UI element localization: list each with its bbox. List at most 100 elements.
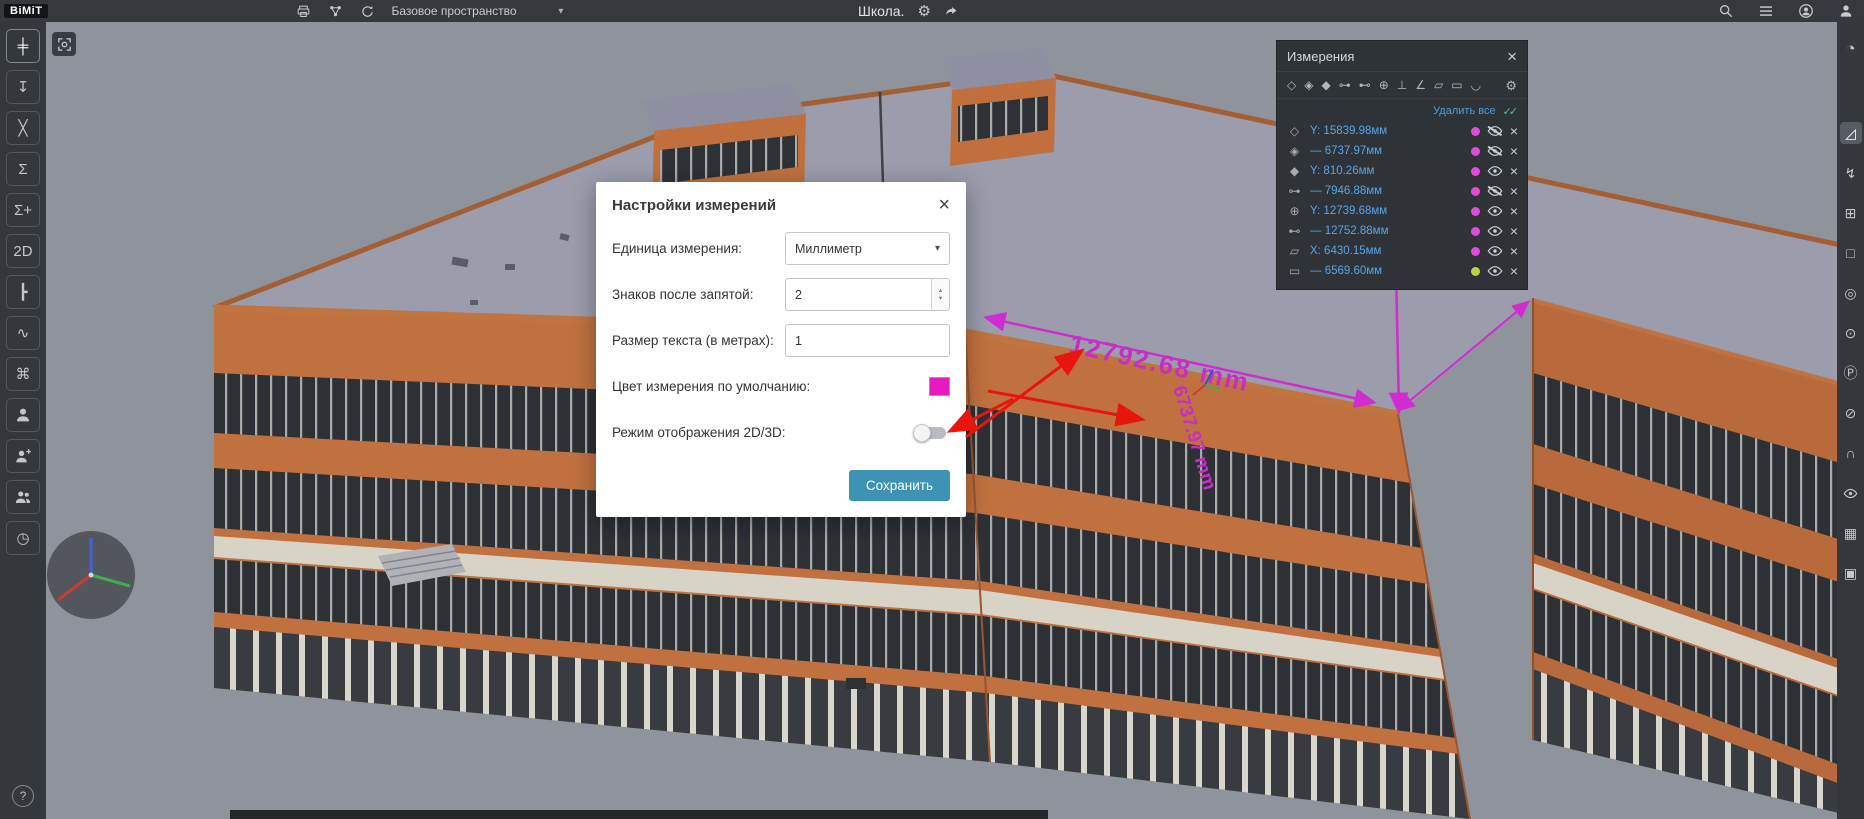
- measurement-color-button[interactable]: [1471, 187, 1480, 196]
- measure-y-button[interactable]: ◇: [1285, 79, 1298, 91]
- measurement-color-button[interactable]: [1471, 267, 1480, 276]
- measure-edge-button[interactable]: ◆: [1319, 79, 1332, 91]
- tool-point-probe[interactable]: ↧: [6, 70, 40, 104]
- measure-point-line-icon: ⊶: [1339, 78, 1351, 92]
- tool-dimensions[interactable]: ╪: [6, 29, 40, 63]
- print-button[interactable]: [296, 4, 311, 19]
- measure-diag-button[interactable]: ◈: [1302, 79, 1315, 91]
- measure-angle-icon: ∠: [1415, 78, 1426, 92]
- measurement-color-button[interactable]: [1471, 247, 1480, 256]
- measurements-panel-close-button[interactable]: ×: [1507, 48, 1517, 65]
- unit-select[interactable]: Миллиметр ▾: [785, 232, 950, 265]
- measure-axis-button[interactable]: ⊕: [1377, 79, 1391, 91]
- measurement-color-button[interactable]: [1471, 147, 1480, 156]
- measurement-delete-button[interactable]: ×: [1510, 164, 1518, 178]
- color-dot-icon: [1471, 127, 1480, 136]
- box-button[interactable]: □: [1840, 242, 1862, 264]
- measure-angle-button[interactable]: ∠: [1413, 79, 1428, 91]
- measurement-visibility-button[interactable]: [1487, 263, 1503, 279]
- profile-button[interactable]: [1838, 3, 1854, 19]
- decimals-input[interactable]: 2 ▴ ▾: [785, 278, 950, 311]
- search-icon: [1718, 3, 1734, 19]
- measure-arc-button[interactable]: ◡: [1469, 79, 1483, 91]
- tool-intersect[interactable]: ╳: [6, 111, 40, 145]
- measure-point-point-button[interactable]: ⊷: [1357, 79, 1373, 91]
- measure-point-line-button[interactable]: ⊶: [1337, 79, 1353, 91]
- tool-sum-add[interactable]: Σ+: [6, 193, 40, 227]
- tool-team[interactable]: [6, 480, 40, 514]
- tool-sum[interactable]: Σ: [6, 152, 40, 186]
- search-button[interactable]: [1718, 3, 1734, 19]
- delete-all-button[interactable]: Удалить все: [1433, 105, 1495, 117]
- measurement-visibility-button[interactable]: [1487, 143, 1503, 159]
- measurement-delete-button[interactable]: ×: [1510, 244, 1518, 258]
- bolt-icon: ↯: [1845, 165, 1857, 182]
- measure-button[interactable]: ◿: [1840, 122, 1862, 144]
- parking-button[interactable]: Ⓟ: [1840, 362, 1862, 384]
- collaboration-button[interactable]: [328, 4, 343, 19]
- share-button[interactable]: [944, 4, 959, 19]
- tool-person[interactable]: [6, 398, 40, 432]
- measurement-visibility-button[interactable]: [1487, 163, 1503, 179]
- measurement-delete-button[interactable]: ×: [1510, 204, 1518, 218]
- measurement-color-button[interactable]: [1471, 167, 1480, 176]
- measurement-visibility-button[interactable]: [1487, 203, 1503, 219]
- measurement-delete-button[interactable]: ×: [1510, 264, 1518, 278]
- measure-rect-button[interactable]: ▭: [1449, 79, 1464, 91]
- measurement-settings-button[interactable]: ⚙: [1503, 79, 1519, 92]
- measurement-visibility-button[interactable]: [1487, 123, 1503, 139]
- measure-icon: ◿: [1845, 125, 1856, 142]
- measurement-delete-button[interactable]: ×: [1510, 124, 1518, 138]
- dialog-header: Настройки измерений ×: [596, 182, 966, 219]
- measure-area-button[interactable]: ▱: [1432, 79, 1445, 91]
- dialog-close-button[interactable]: ×: [938, 195, 950, 215]
- save-button[interactable]: Сохранить: [849, 470, 950, 501]
- menu-button[interactable]: [1758, 3, 1774, 19]
- point-button[interactable]: ⊙: [1840, 322, 1862, 344]
- measurement-delete-button[interactable]: ×: [1510, 184, 1518, 198]
- project-settings-button[interactable]: ⚙: [917, 4, 930, 19]
- display-mode-toggle[interactable]: [916, 427, 946, 439]
- tool-plugins[interactable]: ⌘: [6, 357, 40, 391]
- collaboration-icon: [328, 4, 343, 19]
- measurement-visibility-button[interactable]: [1487, 223, 1503, 239]
- measurement-row: ⊶ — 7946.88мм ×: [1277, 181, 1527, 201]
- tool-graph[interactable]: ∿: [6, 316, 40, 350]
- navigator-button[interactable]: ◔: [1840, 38, 1862, 60]
- grid-button[interactable]: ▦: [1840, 522, 1862, 544]
- measurement-color-button[interactable]: [1471, 227, 1480, 236]
- frame-view-button[interactable]: [52, 32, 76, 56]
- visibility-button[interactable]: [1840, 482, 1862, 504]
- color-dot-icon: [1471, 147, 1480, 156]
- measurement-visibility-button[interactable]: [1487, 183, 1503, 199]
- measurement-row: ▱ X: 6430.15мм ×: [1277, 241, 1527, 261]
- workspace-selector[interactable]: Базовое пространство ▾: [391, 4, 563, 18]
- measure-perp-icon: ⊥: [1397, 78, 1407, 92]
- help-button[interactable]: ?: [12, 785, 34, 807]
- navigation-gizmo[interactable]: [47, 531, 135, 619]
- text-size-input[interactable]: 1: [785, 324, 950, 357]
- windows-button[interactable]: ⊞: [1840, 202, 1862, 224]
- tool-person-task[interactable]: [6, 439, 40, 473]
- measurement-color-button[interactable]: [1471, 127, 1480, 136]
- account-button[interactable]: [1798, 3, 1814, 19]
- close-icon: ×: [1510, 263, 1518, 279]
- magnet-button[interactable]: ∩: [1840, 442, 1862, 464]
- tool-structure[interactable]: ┣: [6, 275, 40, 309]
- measure-perp-button[interactable]: ⊥: [1395, 79, 1409, 91]
- number-stepper[interactable]: ▴ ▾: [931, 279, 949, 310]
- target-button[interactable]: ◎: [1840, 282, 1862, 304]
- measurement-delete-button[interactable]: ×: [1510, 144, 1518, 158]
- tool-gauge[interactable]: ◷: [6, 521, 40, 555]
- sync-button[interactable]: [360, 4, 375, 19]
- tool-2d-mode[interactable]: 2D: [6, 234, 40, 268]
- measurement-type-icon: ◆: [1286, 164, 1303, 178]
- measurement-delete-button[interactable]: ×: [1510, 224, 1518, 238]
- bolt-button[interactable]: ↯: [1840, 162, 1862, 184]
- section-button[interactable]: ⊘: [1840, 402, 1862, 424]
- cube-button[interactable]: ▣: [1840, 562, 1862, 584]
- gear-icon: ⚙: [917, 3, 930, 20]
- default-color-swatch[interactable]: [929, 377, 950, 396]
- measurement-color-button[interactable]: [1471, 207, 1480, 216]
- measurement-visibility-button[interactable]: [1487, 243, 1503, 259]
